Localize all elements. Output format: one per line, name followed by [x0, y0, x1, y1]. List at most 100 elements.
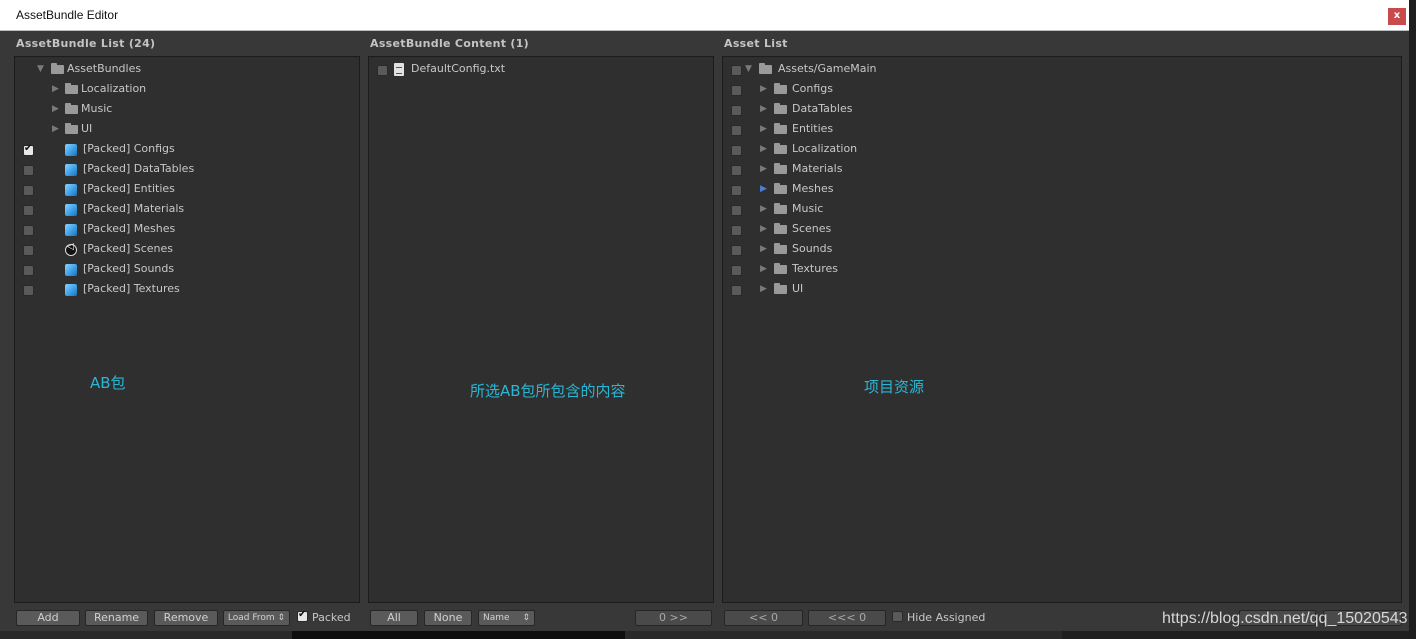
bundle-item-label: [Packed] Entities [83, 182, 175, 195]
asset-checkbox[interactable] [731, 265, 742, 276]
asset-tree-item[interactable]: ▶ Entities [723, 119, 1401, 139]
remove-button[interactable]: Remove [154, 610, 218, 626]
close-button[interactable]: x [1388, 8, 1406, 25]
bundle-content-panel[interactable]: DefaultConfig.txt 所选AB包所包含的内容 [368, 56, 714, 603]
asset-bundle-cube-icon [65, 164, 77, 176]
asset-checkbox[interactable] [731, 125, 742, 136]
bundle-item[interactable]: [Packed] Configs [15, 139, 359, 159]
folder-icon [774, 163, 787, 174]
bundle-checkbox[interactable] [23, 245, 34, 256]
asset-checkbox[interactable] [731, 165, 742, 176]
asset-tree-item[interactable]: ▶ Music [723, 199, 1401, 219]
window-titlebar: AssetBundle Editor x [0, 0, 1409, 31]
bundle-item-label: [Packed] Configs [83, 142, 175, 155]
collapse-triangle-icon[interactable]: ▶ [52, 124, 59, 134]
bundle-item[interactable]: [Packed] Scenes [15, 239, 359, 259]
asset-tree-item[interactable]: ▶ Meshes [723, 179, 1401, 199]
folder-icon [774, 143, 787, 154]
select-all-button[interactable]: All [370, 610, 418, 626]
tree-item[interactable]: ▶ Localization [15, 79, 359, 99]
tree-item[interactable]: ▶ UI [15, 119, 359, 139]
bundle-item[interactable]: [Packed] Entities [15, 179, 359, 199]
asset-tree-item[interactable]: ▶ Scenes [723, 219, 1401, 239]
asset-tree-label: DataTables [792, 102, 853, 115]
asset-tree-item[interactable]: ▶ UI [723, 279, 1401, 299]
collapse-triangle-icon[interactable]: ▶ [760, 284, 767, 294]
load-from-dropdown[interactable]: Load From ⇕ [223, 610, 290, 626]
bundle-checkbox[interactable] [23, 165, 34, 176]
tree-item[interactable]: ▶ Music [15, 99, 359, 119]
bundle-checkbox[interactable] [23, 143, 34, 156]
bundle-item[interactable]: [Packed] Sounds [15, 259, 359, 279]
collapse-triangle-icon[interactable]: ▶ [760, 84, 767, 94]
bundle-list-annotation: AB包 [90, 374, 126, 392]
folder-icon [65, 83, 78, 94]
select-none-button[interactable]: None [424, 610, 472, 626]
bundle-list-panel[interactable]: ▼ AssetBundles ▶ Localization ▶ Music ▶ … [14, 56, 360, 603]
expand-triangle-icon[interactable]: ▼ [37, 64, 44, 74]
move-right-button[interactable]: 0 >> [635, 610, 712, 626]
bundle-item-label: [Packed] Scenes [83, 242, 174, 255]
collapse-triangle-icon[interactable]: ▶ [760, 144, 767, 154]
move-left-all-button[interactable]: <<< 0 [808, 610, 886, 626]
tree-item-label: AssetBundles [67, 62, 142, 75]
bundle-item[interactable]: [Packed] Materials [15, 199, 359, 219]
sort-dropdown[interactable]: Name ⇕ [478, 610, 535, 626]
folder-icon [774, 103, 787, 114]
hide-assigned-checkbox[interactable] [892, 611, 903, 622]
collapse-triangle-icon[interactable]: ▶ [760, 244, 767, 254]
asset-checkbox[interactable] [731, 245, 742, 256]
bundle-checkbox[interactable] [23, 185, 34, 196]
asset-tree-label: Materials [792, 162, 843, 175]
asset-checkbox[interactable] [731, 145, 742, 156]
asset-checkbox[interactable] [731, 105, 742, 116]
asset-tree-item[interactable]: ▶ DataTables [723, 99, 1401, 119]
folder-icon [774, 123, 787, 134]
add-button[interactable]: Add [16, 610, 80, 626]
packed-toggle[interactable]: Packed [297, 609, 351, 624]
bundle-item[interactable]: [Packed] DataTables [15, 159, 359, 179]
packed-checkbox[interactable] [297, 609, 308, 622]
bundle-checkbox[interactable] [23, 205, 34, 216]
asset-checkbox[interactable] [731, 85, 742, 96]
bundle-checkbox[interactable] [23, 265, 34, 276]
collapse-triangle-icon[interactable]: ▶ [760, 164, 767, 174]
rename-button[interactable]: Rename [85, 610, 148, 626]
move-left-button[interactable]: << 0 [724, 610, 803, 626]
asset-tree-label: Sounds [792, 242, 833, 255]
collapse-triangle-icon[interactable]: ▶ [52, 84, 59, 94]
right-edge-strip [1409, 0, 1416, 639]
asset-tree-item[interactable]: ▶ Textures [723, 259, 1401, 279]
bundle-checkbox[interactable] [23, 225, 34, 236]
bundle-content-annotation: 所选AB包所包含的内容 [470, 382, 626, 400]
folder-icon [774, 83, 787, 94]
collapse-triangle-icon[interactable]: ▶ [760, 124, 767, 134]
asset-checkbox[interactable] [731, 185, 742, 196]
collapse-triangle-icon[interactable]: ▶ [760, 104, 767, 114]
asset-checkbox[interactable] [731, 205, 742, 216]
collapse-triangle-icon[interactable]: ▶ [760, 184, 767, 194]
asset-tree-label: Music [792, 202, 824, 215]
tree-item[interactable]: ▼ AssetBundles [15, 59, 359, 79]
asset-tree-item[interactable]: ▶ Configs [723, 79, 1401, 99]
bundle-item[interactable]: [Packed] Meshes [15, 219, 359, 239]
collapse-triangle-icon[interactable]: ▶ [760, 264, 767, 274]
collapse-triangle-icon[interactable]: ▶ [760, 204, 767, 214]
content-checkbox[interactable] [377, 65, 388, 76]
collapse-triangle-icon[interactable]: ▶ [760, 224, 767, 234]
hide-assigned-toggle[interactable]: Hide Assigned [892, 610, 985, 624]
bottom-strip-mid [1062, 631, 1409, 639]
asset-tree-item[interactable]: ▶ Localization [723, 139, 1401, 159]
collapse-triangle-icon[interactable]: ▶ [52, 104, 59, 114]
asset-checkbox[interactable] [731, 65, 742, 76]
expand-triangle-icon[interactable]: ▼ [745, 64, 752, 74]
asset-tree-item[interactable]: ▶ Sounds [723, 239, 1401, 259]
bundle-checkbox[interactable] [23, 285, 34, 296]
asset-list-panel[interactable]: ▼ Assets/GameMain ▶ Configs ▶ DataTables… [722, 56, 1402, 603]
bundle-item[interactable]: [Packed] Textures [15, 279, 359, 299]
asset-checkbox[interactable] [731, 225, 742, 236]
asset-checkbox[interactable] [731, 285, 742, 296]
asset-tree-item[interactable]: ▼ Assets/GameMain [723, 59, 1401, 79]
asset-tree-item[interactable]: ▶ Materials [723, 159, 1401, 179]
content-item[interactable]: DefaultConfig.txt [369, 59, 713, 79]
